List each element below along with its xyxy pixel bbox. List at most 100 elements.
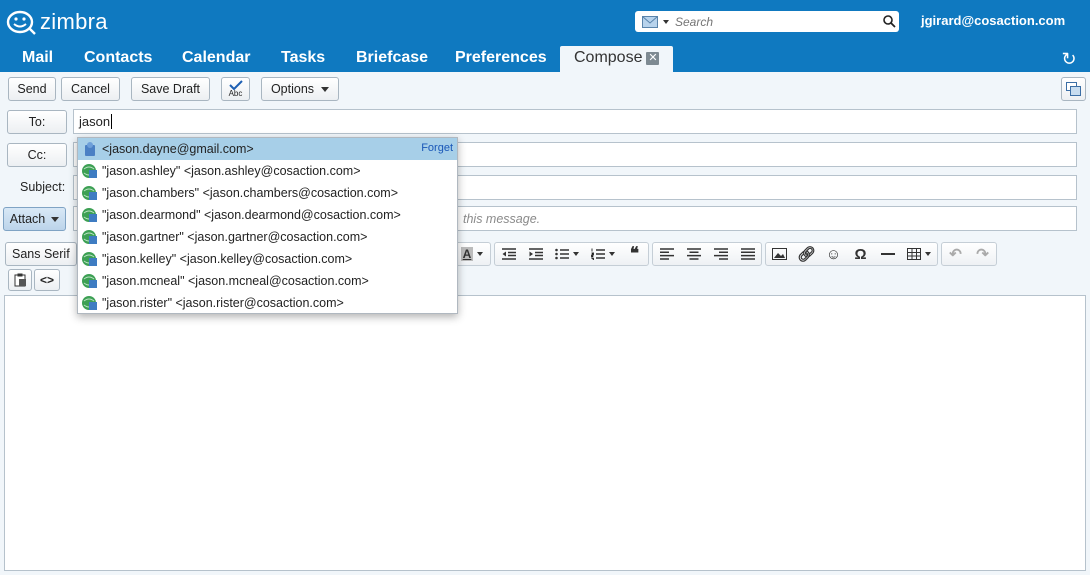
contact-gal-icon [82,252,97,266]
detach-compose-button[interactable] [1061,77,1086,101]
new-window-icon [1066,82,1081,96]
autocomplete-item[interactable]: <jason.dayne@gmail.com> Forget [78,138,457,160]
autocomplete-item-text: "jason.mcneal" <jason.mcneal@cosaction.c… [102,274,369,288]
to-field-value: jason [79,114,111,129]
chevron-down-icon [477,252,484,256]
code-icon: <> [39,273,54,287]
indent-icon[interactable] [522,243,549,265]
autocomplete-item-text: "jason.dearmond" <jason.dearmond@cosacti… [102,208,401,222]
clipboard-icon [14,273,26,287]
tab-mail[interactable]: Mail [22,49,53,67]
autocomplete-item[interactable]: "jason.chambers" <jason.chambers@cosacti… [78,182,457,204]
user-account-menu[interactable]: jgirard@cosaction.com [921,13,1065,28]
contact-gal-icon [82,186,97,200]
tab-preferences[interactable]: Preferences [455,49,547,67]
forget-link[interactable]: Forget [421,142,453,154]
app-tab-bar: Mail Contacts Calendar Tasks Briefcase P… [0,44,1090,74]
search-type-dropdown[interactable] [635,11,675,32]
tab-compose-label: Compose [574,49,643,66]
attach-hint: this message. [463,211,541,226]
zimbra-logo-icon [6,10,36,35]
autocomplete-item[interactable]: "jason.rister" <jason.rister@cosaction.c… [78,292,457,314]
text-cursor [111,114,113,129]
close-icon[interactable]: ✕ [646,52,660,65]
to-field[interactable]: jason [73,109,1077,134]
options-dropdown[interactable]: Options [261,77,339,101]
attach-label: Attach [9,212,46,226]
undo-icon[interactable]: ↶ [942,243,969,265]
contact-gal-icon [82,230,97,244]
align-left-icon[interactable] [653,243,680,265]
align-justify-icon[interactable] [734,243,761,265]
emoticon-icon[interactable]: ☺ [820,243,847,265]
numbered-list-dropdown[interactable] [585,243,621,265]
options-label: Options [270,82,315,96]
magnifier-icon [882,15,896,28]
paste-button[interactable] [8,269,32,291]
contact-gal-icon [82,164,97,178]
chevron-down-icon [321,86,330,92]
to-button[interactable]: To: [7,110,67,134]
link-icon[interactable]: 🔗︎ [793,243,820,265]
special-character-icon[interactable]: Ω [847,243,874,265]
redo-icon[interactable]: ↷ [969,243,996,265]
blockquote-icon[interactable]: ❝ [621,243,648,265]
chevron-down-icon [573,252,579,256]
tab-briefcase[interactable]: Briefcase [356,49,428,67]
highlight-color-dropdown[interactable]: A [454,243,490,265]
attach-dropdown[interactable]: Attach [3,207,66,231]
contact-local-icon [85,142,95,156]
tab-tasks[interactable]: Tasks [281,49,325,67]
search-input[interactable] [675,12,879,31]
search-box [635,11,899,32]
align-right-icon[interactable] [707,243,734,265]
message-body-editor[interactable] [4,295,1086,571]
bullet-list-dropdown[interactable] [549,243,585,265]
mail-icon [641,15,658,28]
chevron-down-icon [662,19,669,24]
autocomplete-list: <jason.dayne@gmail.com> Forget "jason.as… [77,137,458,314]
numbered-list-icon [591,248,605,260]
subject-label: Subject: [20,180,66,194]
autocomplete-item-text: <jason.dayne@gmail.com> [102,142,254,156]
font-family-value: Sans Serif [12,247,70,261]
autocomplete-item-text: "jason.kelley" <jason.kelley@cosaction.c… [102,252,353,266]
top-header: zimbra jgirard@cosaction.com [0,0,1090,44]
table-icon [907,248,921,260]
autocomplete-item[interactable]: "jason.dearmond" <jason.dearmond@cosacti… [78,204,457,226]
refresh-icon[interactable]: ↻ [1058,48,1080,70]
tab-compose[interactable]: Compose ✕ [560,46,674,74]
align-center-icon[interactable] [680,243,707,265]
contact-gal-icon [82,296,97,310]
send-button[interactable]: Send [8,77,56,101]
table-dropdown[interactable] [901,243,937,265]
outdent-icon[interactable] [495,243,522,265]
tab-calendar[interactable]: Calendar [182,49,250,67]
font-family-select[interactable]: Sans Serif [5,242,77,266]
autocomplete-item[interactable]: "jason.gartner" <jason.gartner@cosaction… [78,226,457,248]
tab-contacts[interactable]: Contacts [84,49,152,67]
source-code-button[interactable]: <> [34,269,60,291]
chevron-down-icon [925,252,931,256]
list-group: ❝ [494,242,649,266]
save-draft-button[interactable]: Save Draft [131,77,210,101]
cancel-button[interactable]: Cancel [61,77,120,101]
align-group [652,242,762,266]
autocomplete-item-text: "jason.chambers" <jason.chambers@cosacti… [102,186,399,200]
autocomplete-item-text: "jason.rister" <jason.rister@cosaction.c… [102,296,344,310]
autocomplete-item[interactable]: "jason.ashley" <jason.ashley@cosaction.c… [78,160,457,182]
horizontal-rule-icon[interactable] [874,243,901,265]
spell-check-label: Abc [228,89,243,98]
bullet-list-icon [555,248,569,260]
zimbra-logo[interactable]: zimbra [6,8,108,36]
spell-check-button[interactable]: Abc [221,77,250,101]
chevron-down-icon [51,216,60,222]
highlight-icon: A [460,247,474,261]
cc-button[interactable]: Cc: [7,143,67,167]
autocomplete-item[interactable]: "jason.kelley" <jason.kelley@cosaction.c… [78,248,457,270]
search-button[interactable] [879,11,899,32]
image-icon[interactable] [766,243,793,265]
contact-gal-icon [82,274,97,288]
autocomplete-item-text: "jason.gartner" <jason.gartner@cosaction… [102,230,368,244]
autocomplete-item[interactable]: "jason.mcneal" <jason.mcneal@cosaction.c… [78,270,457,292]
